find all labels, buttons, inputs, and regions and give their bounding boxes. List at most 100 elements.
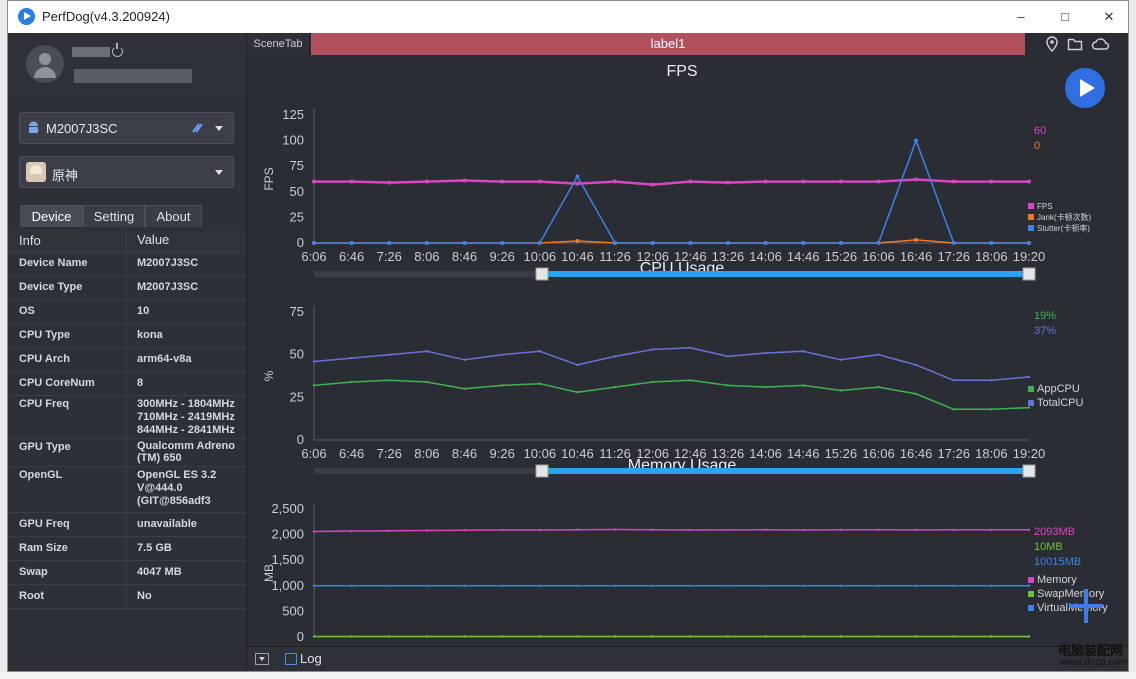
y-tick-label: 75 xyxy=(290,158,304,173)
y-tick-label: 0 xyxy=(297,235,304,250)
x-tick-label: 9:26 xyxy=(490,249,515,264)
close-button[interactable]: ✕ xyxy=(1098,7,1120,27)
data-point xyxy=(425,350,429,353)
window-title: PerfDog(v4.3.200924) xyxy=(42,9,170,24)
data-point xyxy=(839,358,843,361)
data-point xyxy=(952,379,955,382)
data-point xyxy=(350,529,353,533)
x-tick-label: 10:46 xyxy=(561,446,594,461)
current-value-label: 37% xyxy=(1034,325,1056,337)
data-point xyxy=(651,584,654,587)
legend-swatch xyxy=(1028,203,1034,209)
label-tab[interactable]: label1 xyxy=(311,33,1025,55)
data-point xyxy=(689,635,692,638)
data-point xyxy=(839,584,843,587)
data-point xyxy=(424,241,429,245)
data-point xyxy=(650,182,655,187)
data-point xyxy=(989,179,994,184)
data-point xyxy=(312,584,316,587)
tab-device[interactable]: Device xyxy=(20,205,83,227)
table-row: OpenGL OpenGL ES 3.2 V@444.0 (GIT@856adf3 xyxy=(8,467,246,513)
tab-setting[interactable]: Setting xyxy=(83,205,145,227)
power-icon[interactable] xyxy=(112,43,123,57)
cloud-icon[interactable] xyxy=(1091,36,1110,52)
row-value: unavailable xyxy=(137,518,197,530)
data-point xyxy=(726,384,730,387)
y-tick-label: 1,000 xyxy=(271,578,304,593)
y-tick-label: 75 xyxy=(290,304,304,319)
row-key: Root xyxy=(19,590,45,602)
x-tick-label: 6:46 xyxy=(339,446,364,461)
play-button[interactable] xyxy=(1065,68,1105,108)
collapse-toggle-icon[interactable] xyxy=(255,653,269,665)
x-tick-label: 11:26 xyxy=(599,446,631,461)
range-handle-left xyxy=(535,464,549,478)
data-point xyxy=(688,241,693,245)
data-point xyxy=(802,350,805,353)
minimize-button[interactable]: – xyxy=(1010,7,1032,27)
sidebar: M2007J3SC 原神 Device Setting About Info V… xyxy=(8,33,247,671)
row-value: OpenGL ES 3.2 V@444.0 (GIT@856adf3 xyxy=(137,469,217,507)
location-pin-icon[interactable] xyxy=(1044,36,1060,52)
series-line-totalcpu xyxy=(313,347,1030,382)
avatar[interactable] xyxy=(26,45,64,83)
data-point xyxy=(500,353,504,356)
data-point xyxy=(388,584,391,587)
data-point xyxy=(802,528,805,532)
data-point xyxy=(576,584,579,587)
android-icon xyxy=(29,121,38,133)
device-select[interactable]: M2007J3SC xyxy=(19,112,234,144)
x-tick-label: 18:06 xyxy=(975,249,1008,264)
data-point xyxy=(387,180,392,185)
table-row: GPU Type Qualcomm Adreno (TM) 650 xyxy=(8,439,246,467)
row-key: OpenGL xyxy=(19,469,63,481)
title-bar: PerfDog(v4.3.200924) – □ ✕ xyxy=(8,1,1128,34)
data-point xyxy=(914,363,918,367)
table-row: Swap 4047 MB xyxy=(8,561,246,585)
app-select[interactable]: 原神 xyxy=(19,156,234,188)
data-point xyxy=(802,384,805,387)
data-point xyxy=(952,635,955,638)
folder-icon[interactable] xyxy=(1067,36,1083,52)
data-point xyxy=(1027,528,1031,532)
maximize-button[interactable]: □ xyxy=(1054,7,1076,27)
data-point xyxy=(689,584,692,587)
row-key: CPU Freq xyxy=(19,398,70,410)
blurred-account xyxy=(74,69,192,83)
legend-swatch xyxy=(1028,214,1034,220)
data-point xyxy=(914,635,918,638)
data-point xyxy=(914,177,919,182)
x-tick-label: 14:06 xyxy=(749,249,782,264)
data-point xyxy=(877,635,880,638)
data-point xyxy=(613,584,617,587)
y-tick-label: 1,500 xyxy=(271,552,304,567)
x-tick-label: 17:26 xyxy=(937,446,970,461)
data-point xyxy=(538,382,541,385)
range-handle-right xyxy=(1022,267,1036,281)
data-point xyxy=(613,179,618,184)
row-key: CPU Arch xyxy=(19,353,70,365)
current-value-label: 10MB xyxy=(1034,541,1063,553)
data-point xyxy=(387,241,392,245)
tab-about[interactable]: About xyxy=(145,205,202,227)
x-tick-label: 12:46 xyxy=(674,249,707,264)
row-key: Swap xyxy=(19,566,48,578)
data-point xyxy=(1027,406,1031,409)
data-point xyxy=(538,528,541,532)
y-tick-label: 2,000 xyxy=(271,527,304,542)
data-point xyxy=(388,353,391,356)
x-tick-label: 12:06 xyxy=(636,249,669,264)
x-tick-label: 16:46 xyxy=(900,249,933,264)
data-point xyxy=(839,635,843,638)
x-tick-label: 16:06 xyxy=(862,249,895,264)
data-point xyxy=(877,528,880,531)
add-chart-button[interactable] xyxy=(1069,589,1103,623)
current-value-label: 19% xyxy=(1034,310,1056,322)
log-checkbox[interactable] xyxy=(285,653,297,665)
y-tick-label: 0 xyxy=(297,629,304,644)
current-value-label: 60 xyxy=(1034,125,1046,137)
data-point xyxy=(312,384,316,387)
usb-link-icon[interactable] xyxy=(191,122,205,134)
x-tick-label: 16:06 xyxy=(862,446,895,461)
scene-tab-button[interactable]: SceneTab xyxy=(247,33,310,55)
